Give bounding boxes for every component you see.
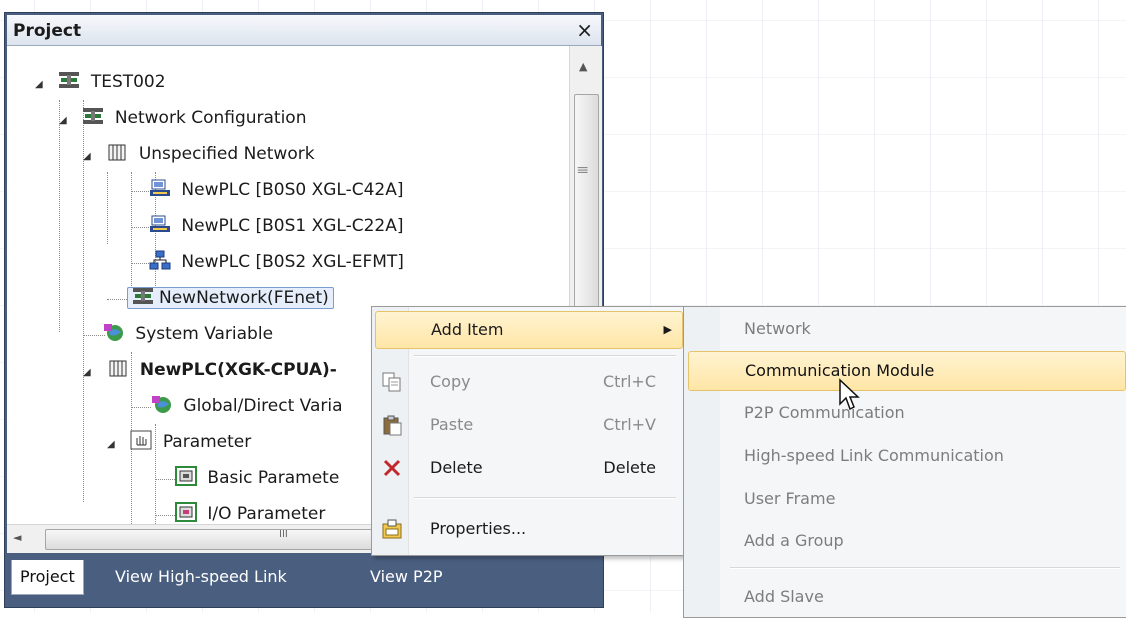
tree-item-label: I/O Parameter xyxy=(207,504,326,524)
menu-item-label: Network xyxy=(744,319,811,338)
parameter-hand-icon xyxy=(130,430,152,450)
tree-item-plc-b0s1[interactable]: NewPLC [B0S1 XGL-C22A] xyxy=(149,208,404,244)
basic-parameter-icon xyxy=(175,466,197,486)
tab-view-p2p[interactable]: View P2P xyxy=(362,560,451,594)
scroll-left-icon[interactable]: ◄ xyxy=(13,531,21,544)
globe-variable-icon xyxy=(104,324,123,341)
tree-item-label: Basic Paramete xyxy=(207,468,340,488)
menu-item-label: P2P Communication xyxy=(744,403,905,422)
scroll-up-icon[interactable]: ▲ xyxy=(579,60,587,73)
tree-item-parameter[interactable]: ◢ Parameter xyxy=(107,424,251,460)
delete-icon xyxy=(383,459,401,477)
add-item-submenu: Network Communication Module P2P Communi… xyxy=(683,306,1126,618)
tree-item-io-parameter[interactable]: I/O Parameter xyxy=(175,496,325,524)
collapse-icon[interactable]: ◢ xyxy=(59,103,77,139)
tree-item-newnetwork-fenet[interactable]: NewNetwork(FEnet) xyxy=(127,280,334,316)
tab-project[interactable]: Project xyxy=(11,560,84,595)
menu-item-label: Paste xyxy=(430,415,474,434)
tree-item-label: System Variable xyxy=(135,324,274,344)
tree-item-label: NewPLC [B0S1 XGL-C22A] xyxy=(181,216,404,236)
menu-item-paste[interactable]: Paste Ctrl+V xyxy=(375,406,681,444)
menu-separator xyxy=(414,497,676,499)
menu-item-label: Copy xyxy=(430,372,471,391)
menu-item-label: Delete xyxy=(430,458,483,477)
plc-rack-icon xyxy=(109,360,127,377)
close-icon[interactable]: × xyxy=(576,18,593,42)
menu-item-delete[interactable]: Delete Delete xyxy=(375,449,681,487)
tree-item-label: Network Configuration xyxy=(114,108,307,128)
tree-item-label: Unspecified Network xyxy=(138,144,315,164)
menu-separator xyxy=(730,567,1120,569)
mouse-pointer-icon xyxy=(839,378,860,411)
tree-item-label: TEST002 xyxy=(90,72,166,92)
collapse-icon[interactable]: ◢ xyxy=(35,67,53,103)
copy-icon xyxy=(382,372,401,392)
menu-item-shortcut: Ctrl+C xyxy=(602,372,656,391)
network-config-icon xyxy=(59,72,80,88)
scroll-grip-icon: ||| xyxy=(577,165,589,174)
tree-item-label: NewNetwork(FEnet) xyxy=(159,288,329,308)
collapse-icon[interactable]: ◢ xyxy=(107,427,125,463)
tree-item-label: NewPLC(XGK-CPUA)- xyxy=(139,360,337,380)
menu-separator xyxy=(414,355,676,357)
menu-item-label: Add Item xyxy=(431,320,504,339)
scroll-grip-icon: III xyxy=(279,529,288,540)
plc-rack-icon xyxy=(108,144,126,161)
submenu-item-user-frame[interactable]: User Frame xyxy=(688,479,1124,519)
tree-item-plc-b0s2[interactable]: NewPLC [B0S2 XGL-EFMT] xyxy=(149,244,404,280)
tree-item-newplc-cpu[interactable]: ◢ NewPLC(XGK-CPUA)- xyxy=(83,352,337,388)
tree-item-unspecified-network[interactable]: ◢ Unspecified Network xyxy=(83,136,315,172)
panel-tabs: Project View High-speed Link View P2P xyxy=(7,554,601,600)
network-config-icon xyxy=(133,288,153,304)
selected-tree-item[interactable]: NewNetwork(FEnet) xyxy=(127,287,334,309)
tree-item-network-configuration[interactable]: ◢ Network Configuration xyxy=(59,100,307,136)
tree-item-label: Parameter xyxy=(162,432,252,452)
tree-item-basic-parameter[interactable]: Basic Paramete xyxy=(175,460,339,496)
menu-item-label: Add Slave xyxy=(744,587,824,606)
menu-item-label: Add a Group xyxy=(744,531,844,550)
properties-icon xyxy=(382,519,402,539)
menu-item-shortcut: Delete xyxy=(603,458,656,477)
submenu-item-add-group[interactable]: Add a Group xyxy=(688,521,1124,561)
submenu-item-p2p-communication[interactable]: P2P Communication xyxy=(688,393,1124,433)
comm-module-icon xyxy=(150,215,170,232)
submenu-item-network[interactable]: Network xyxy=(688,309,1124,349)
tab-view-high-speed-link[interactable]: View High-speed Link xyxy=(107,560,295,594)
submenu-item-communication-module[interactable]: Communication Module xyxy=(688,351,1126,391)
menu-item-shortcut: Ctrl+V xyxy=(603,415,656,434)
panel-header: Project × xyxy=(7,15,601,46)
collapse-icon[interactable]: ◢ xyxy=(83,139,101,175)
menu-item-label: User Frame xyxy=(744,489,836,508)
panel-title: Project xyxy=(13,21,82,41)
tree-item-label: Global/Direct Varia xyxy=(183,396,343,416)
context-menu: Add Item ▶ Copy Ctrl+C Paste Ctrl+V Dele… xyxy=(371,306,685,556)
io-parameter-icon xyxy=(175,502,197,522)
menu-item-label: High-speed Link Communication xyxy=(744,446,1004,465)
globe-variable-icon xyxy=(152,396,171,413)
tree-item-system-variable[interactable]: System Variable xyxy=(103,316,273,352)
menu-item-label: Properties... xyxy=(430,519,527,538)
submenu-item-add-slave[interactable]: Add Slave xyxy=(688,577,1124,617)
ethernet-module-icon xyxy=(149,250,171,270)
tree-item-project-root[interactable]: ◢ TEST002 xyxy=(35,64,166,100)
menu-item-copy[interactable]: Copy Ctrl+C xyxy=(375,363,681,401)
submenu-arrow-icon: ▶ xyxy=(663,323,672,336)
paste-icon xyxy=(383,415,402,436)
comm-module-icon xyxy=(150,179,170,196)
submenu-item-high-speed-link[interactable]: High-speed Link Communication xyxy=(688,436,1124,476)
network-config-icon xyxy=(83,108,104,124)
menu-item-properties[interactable]: Properties... xyxy=(375,510,681,548)
tree-item-label: NewPLC [B0S0 XGL-C42A] xyxy=(181,180,404,200)
menu-item-add-item[interactable]: Add Item ▶ xyxy=(375,311,683,349)
collapse-icon[interactable]: ◢ xyxy=(83,355,101,391)
tree-item-global-direct-variable[interactable]: Global/Direct Varia xyxy=(151,388,343,424)
tree-item-label: NewPLC [B0S2 XGL-EFMT] xyxy=(181,252,404,272)
tree-item-plc-b0s0[interactable]: NewPLC [B0S0 XGL-C42A] xyxy=(149,172,404,208)
